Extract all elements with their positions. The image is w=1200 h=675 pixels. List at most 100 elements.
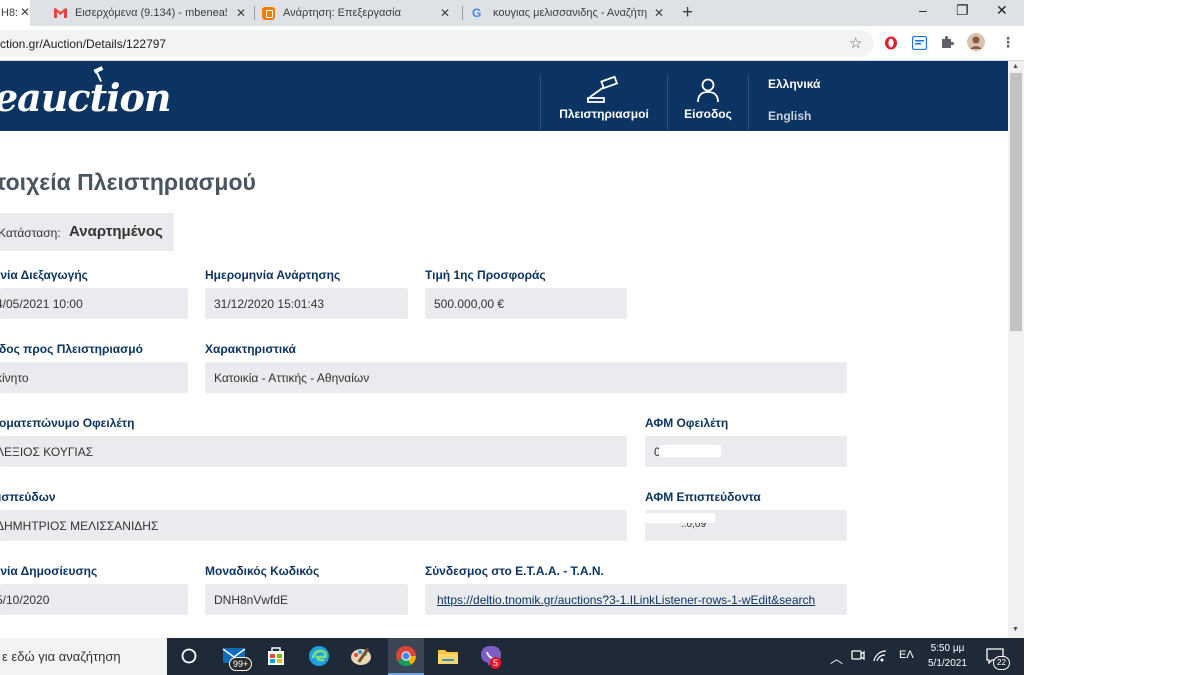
date-held-field: 4/05/2021 10:00 xyxy=(0,288,188,319)
gavel-icon xyxy=(587,75,619,103)
translate-icon[interactable] xyxy=(911,35,928,55)
code-field: DNH8nVwfdE xyxy=(205,584,408,615)
debtor-value: ΛΕΞΙΟΣ ΚΟΥΓΙΑΣ xyxy=(0,445,94,459)
input-language[interactable]: ΕΛ xyxy=(899,649,914,661)
status-label: Κατάσταση: xyxy=(0,226,61,240)
debtor-label: οματεπώνυμο Οφειλέτη xyxy=(0,416,135,430)
debtor-afm-label: ΑΦΜ Οφειλέτη xyxy=(645,416,729,430)
pub-date-value: 5/10/2020 xyxy=(0,593,50,607)
lang-greek-link[interactable]: Ελληνικά xyxy=(768,77,820,91)
menu-kebab-icon[interactable]: ⋮ xyxy=(1001,34,1015,51)
status-box: Κατάσταση: Αναρτημένος xyxy=(0,213,174,251)
tab-label: κουγιας μελισσανιδης - Αναζήτη xyxy=(493,7,648,19)
date-posted-value: 31/12/2020 15:01:43 xyxy=(214,297,325,311)
tan-link[interactable]: https://deltio.tnomik.gr/auctions?3-1.IL… xyxy=(437,593,815,607)
tray-chevron-icon[interactable]: ︿ xyxy=(830,648,843,667)
taskbar: ε εδώ για αναζήτηση 99+ 5 ︿ ΕΛ 5:50 μμ 5… xyxy=(0,638,1024,675)
edge-icon[interactable] xyxy=(308,645,332,669)
tab-divider xyxy=(254,6,255,20)
notifications-badge: 22 xyxy=(993,656,1010,670)
search-placeholder: ε εδώ για αναζήτηση xyxy=(2,649,121,664)
opera-icon[interactable] xyxy=(884,36,898,55)
auction-details: τοιχεία Πλειστηριασμού Κατάσταση: Αναρτη… xyxy=(0,131,1008,638)
tab-blogger[interactable]: Ανάρτηση: Επεξεργασία ✕ xyxy=(262,0,458,26)
minimize-button[interactable]: – xyxy=(919,2,927,18)
paint-icon[interactable] xyxy=(350,645,374,669)
pub-date-label: /νία Δημοσίευσης xyxy=(0,564,98,578)
tab-divider xyxy=(462,6,463,20)
nav-divider xyxy=(748,75,749,131)
creditor-value: ΔΗΜΗΤΡΙΟΣ ΜΕΛΙΣΣΑΝΙΔΗΣ xyxy=(0,519,159,533)
creditor-afm-field: ..0,09 xyxy=(645,510,847,541)
debtor-afm-field: 0 xyxy=(645,436,847,467)
first-offer-label: Τιμή 1ης Προσφοράς xyxy=(425,268,546,282)
taskbar-search[interactable]: ε εδώ για αναζήτηση xyxy=(0,638,167,675)
eauction-logo[interactable]: eauction xyxy=(0,75,172,120)
close-icon[interactable]: ✕ xyxy=(20,5,30,19)
link-label: Σύνδεσμος στο Ε.Τ.Α.Α. - Τ.Α.Ν. xyxy=(425,564,604,578)
kind-value: κίνητο xyxy=(0,371,29,385)
tab-strip: H8: ✕ Εισερχόμενα (9.134) - mbenea5@ ✕ Α… xyxy=(0,0,1024,26)
cortana-icon[interactable] xyxy=(180,647,204,671)
features-value: Κατοικία - Αττικής - Αθηναίων xyxy=(214,371,370,385)
url-text[interactable]: ction.gr/Auction/Details/122797 xyxy=(0,37,166,51)
tab-label: Ανάρτηση: Επεξεργασία xyxy=(283,7,401,19)
scroll-down-arrow-icon[interactable]: ▼ xyxy=(1012,626,1019,633)
kind-label: δος προς Πλειστηριασμό xyxy=(0,342,143,356)
google-icon: G xyxy=(472,5,482,20)
viber-badge: 5 xyxy=(490,657,502,669)
profile-avatar[interactable] xyxy=(967,33,985,56)
site-header: eauction Πλειστηριασμοί Είσοδος Ελληνικά… xyxy=(0,61,1008,131)
screen: H8: ✕ Εισερχόμενα (9.134) - mbenea5@ ✕ Α… xyxy=(0,0,1200,675)
omnibox[interactable]: ction.gr/Auction/Details/122797 ☆ xyxy=(0,30,874,57)
extensions-puzzle-icon[interactable] xyxy=(940,35,955,55)
page-scrollbar[interactable]: ▲ ▼ xyxy=(1008,61,1024,638)
tab-google[interactable]: G κουγιας μελισσανιδης - Αναζήτη ✕ xyxy=(472,0,672,26)
status-value: Αναρτημένος xyxy=(69,223,163,240)
chrome-icon xyxy=(396,646,417,667)
restore-button[interactable]: ❐ xyxy=(956,2,969,19)
tab-current[interactable]: H8: ✕ xyxy=(0,0,30,26)
date-held-label: /νία Διεξαγωγής xyxy=(0,268,88,282)
nav-auctions[interactable]: Πλειστηριασμοί xyxy=(541,61,667,131)
code-label: Μοναδικός Κωδικός xyxy=(205,564,320,578)
wifi-icon[interactable] xyxy=(873,649,887,666)
scroll-thumb[interactable] xyxy=(1010,73,1022,331)
scroll-up-arrow-icon[interactable]: ▲ xyxy=(1012,63,1019,70)
lang-english-link[interactable]: English xyxy=(768,109,811,123)
bookmark-star-icon[interactable]: ☆ xyxy=(849,34,862,52)
close-icon[interactable]: ✕ xyxy=(236,6,246,20)
new-tab-button[interactable]: + xyxy=(682,2,693,24)
nav-login[interactable]: Είσοδος xyxy=(668,61,748,131)
first-offer-value: 500.000,00 € xyxy=(434,297,505,311)
meet-now-icon[interactable] xyxy=(851,649,865,666)
close-icon[interactable]: ✕ xyxy=(440,6,450,20)
clock-time: 5:50 μμ xyxy=(930,643,965,654)
date-held-value: 4/05/2021 10:00 xyxy=(0,297,83,311)
system-clock[interactable]: 5:50 μμ 5/1/2021 xyxy=(928,641,967,671)
tab-label: Εισερχόμενα (9.134) - mbenea5@ xyxy=(75,7,227,19)
nav-login-label: Είσοδος xyxy=(684,107,732,121)
redaction-mark xyxy=(645,513,715,523)
gavel-logo-icon xyxy=(93,66,104,82)
features-label: Χαρακτηριστικά xyxy=(205,342,296,356)
features-field: Κατοικία - Αττικής - Αθηναίων xyxy=(205,362,847,393)
date-posted-field: 31/12/2020 15:01:43 xyxy=(205,288,408,319)
clock-date: 5/1/2021 xyxy=(928,658,967,669)
store-icon[interactable] xyxy=(265,645,289,669)
kind-field: κίνητο xyxy=(0,362,188,393)
file-explorer-icon[interactable] xyxy=(437,645,461,669)
close-window-button[interactable]: ✕ xyxy=(996,2,1008,19)
tab-label: H8: xyxy=(1,7,19,19)
tab-gmail[interactable]: Εισερχόμενα (9.134) - mbenea5@ ✕ xyxy=(54,0,254,26)
gmail-icon xyxy=(54,8,67,18)
nav-auctions-label: Πλειστηριασμοί xyxy=(559,107,649,121)
blank-margin xyxy=(1024,0,1200,675)
page-title: τοιχεία Πλειστηριασμού xyxy=(0,169,256,195)
taskbar-chrome-active[interactable] xyxy=(388,638,424,675)
close-icon[interactable]: ✕ xyxy=(654,6,664,20)
pub-date-field: 5/10/2020 xyxy=(0,584,188,615)
creditor-label: ισπεύδων xyxy=(0,490,56,504)
creditor-afm-label: ΑΦΜ Επισπεύδοντα xyxy=(645,490,761,504)
address-bar: ction.gr/Auction/Details/122797 ☆ ⋮ xyxy=(0,26,1024,61)
